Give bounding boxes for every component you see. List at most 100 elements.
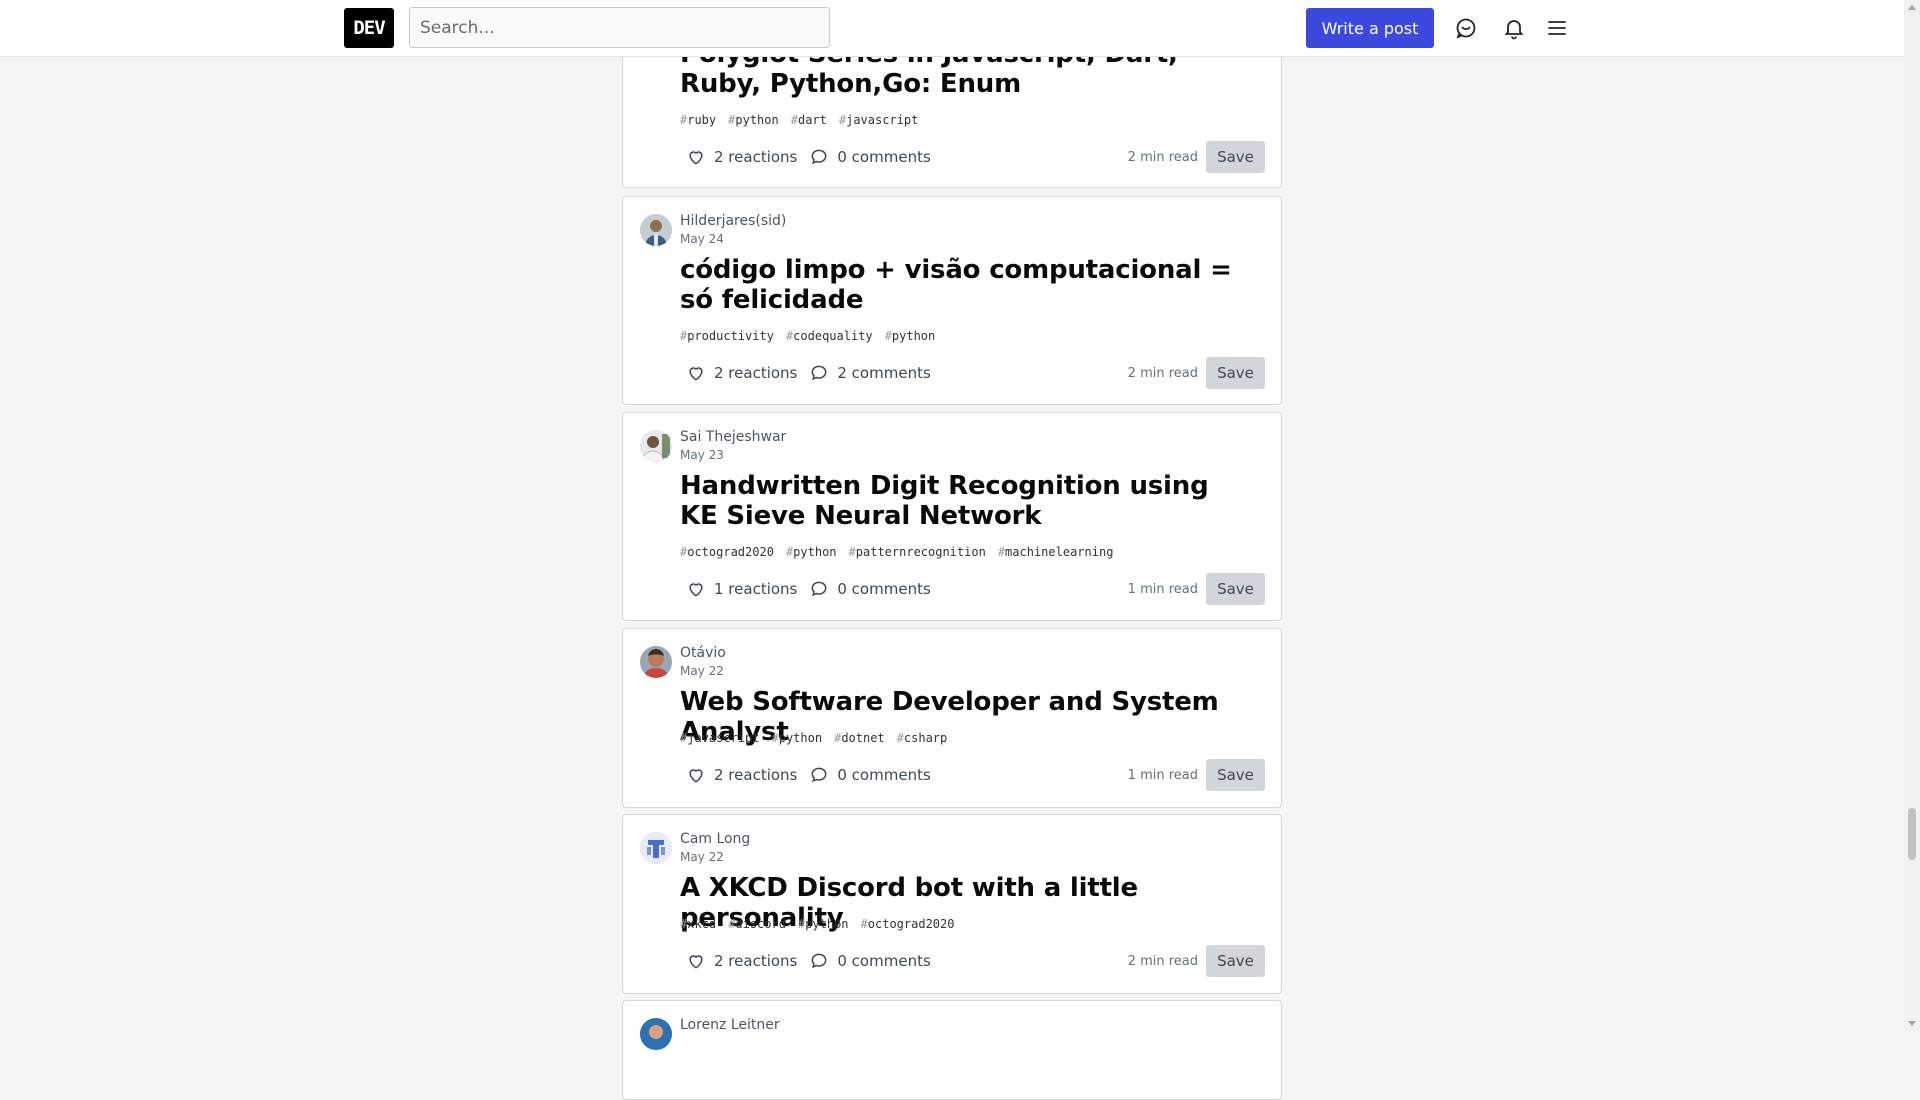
article-title[interactable]: código limpo + visão computacional = só … — [680, 255, 1240, 315]
scroll-down-icon[interactable] — [1908, 1021, 1916, 1026]
reactions-link[interactable]: 2 reactions — [680, 141, 803, 173]
chat-icon[interactable] — [1452, 14, 1480, 42]
comments-count: 0 comments — [837, 766, 931, 784]
comments-link[interactable]: 2 comments — [803, 357, 936, 389]
comments-count: 0 comments — [837, 148, 931, 166]
read-time: 2 min read — [1127, 953, 1198, 969]
article-title[interactable]: Handwritten Digit Recognition using KE S… — [680, 471, 1240, 531]
reactions-count: 2 reactions — [714, 766, 798, 784]
article-card[interactable]: Otávio May 22 Web Software Developer and… — [622, 628, 1282, 808]
article-card[interactable]: Hilderjares(sid) May 24 código limpo + v… — [622, 196, 1282, 405]
comments-count: 0 comments — [837, 580, 931, 598]
article-card[interactable]: Sai Thejeshwar May 23 Handwritten Digit … — [622, 412, 1282, 621]
tag-link[interactable]: #javascript — [839, 113, 918, 127]
comments-link[interactable]: 0 comments — [803, 141, 936, 173]
post-date: May 22 — [680, 664, 724, 678]
read-time: 2 min read — [1127, 149, 1198, 165]
heart-icon — [689, 151, 703, 165]
comment-icon — [811, 365, 827, 381]
avatar[interactable] — [640, 430, 672, 462]
menu-icon[interactable] — [1543, 14, 1571, 42]
heart-icon — [689, 583, 703, 597]
avatar[interactable] — [640, 214, 672, 246]
tag-link[interactable]: #python — [885, 329, 936, 343]
comments-count: 0 comments — [837, 952, 931, 970]
heart-icon — [689, 769, 703, 783]
tag-list: #ruby #python #dart #javascript — [680, 113, 918, 127]
author-name[interactable]: Sai Thejeshwar — [680, 429, 786, 445]
article-card[interactable]: Lorenz Leitner — [622, 1000, 1282, 1100]
reactions-count: 1 reactions — [714, 580, 798, 598]
write-post-button[interactable]: Write a post — [1306, 8, 1434, 48]
tag-link[interactable]: #xkcd — [680, 917, 716, 931]
article-actions: 2 reactions 0 comments 2 min read Save — [680, 945, 1265, 977]
reactions-count: 2 reactions — [714, 148, 798, 166]
reactions-link[interactable]: 2 reactions — [680, 357, 803, 389]
page-scrollbar[interactable] — [1904, 0, 1920, 1031]
tag-link[interactable]: #python — [728, 113, 779, 127]
save-button[interactable]: Save — [1206, 573, 1265, 605]
comments-count: 2 comments — [837, 364, 931, 382]
avatar[interactable] — [640, 1018, 672, 1050]
tag-link[interactable]: #python — [786, 545, 837, 559]
comment-icon — [811, 767, 827, 783]
read-time: 2 min read — [1127, 365, 1198, 381]
reactions-link[interactable]: 2 reactions — [680, 759, 803, 791]
reactions-count: 2 reactions — [714, 952, 798, 970]
save-button[interactable]: Save — [1206, 945, 1265, 977]
tag-link[interactable]: #csharp — [897, 731, 948, 745]
search-input[interactable] — [409, 7, 830, 48]
tag-link[interactable]: #python — [771, 731, 822, 745]
tag-link[interactable]: #python — [798, 917, 849, 931]
comment-icon — [811, 149, 827, 165]
reactions-count: 2 reactions — [714, 364, 798, 382]
tag-link[interactable]: #productivity — [680, 329, 774, 343]
save-button[interactable]: Save — [1206, 357, 1265, 389]
avatar[interactable] — [640, 646, 672, 678]
tag-link[interactable]: #dotnet — [834, 731, 885, 745]
reactions-link[interactable]: 1 reactions — [680, 573, 803, 605]
read-time: 1 min read — [1127, 767, 1198, 783]
tag-link[interactable]: #octograd2020 — [680, 545, 774, 559]
article-actions: 1 reactions 0 comments 1 min read Save — [680, 573, 1265, 605]
comment-icon — [811, 953, 827, 969]
author-name[interactable]: Cam Long — [680, 831, 750, 847]
tag-link[interactable]: #ruby — [680, 113, 716, 127]
tag-list: #javascript #python #dotnet #csharp — [680, 731, 947, 745]
post-date: May 24 — [680, 232, 724, 246]
tag-link[interactable]: #patternrecognition — [849, 545, 986, 559]
tag-link[interactable]: #codequality — [786, 329, 873, 343]
tag-list: #xkcd #discord #python #octograd2020 — [680, 917, 954, 931]
tag-link[interactable]: #javascript — [680, 731, 759, 745]
comments-link[interactable]: 0 comments — [803, 945, 936, 977]
tag-list: #octograd2020 #python #patternrecognitio… — [680, 545, 1113, 559]
tag-list: #productivity #codequality #python — [680, 329, 935, 343]
post-date: May 23 — [680, 448, 724, 462]
post-date: May 22 — [680, 850, 724, 864]
tag-link[interactable]: #discord — [728, 917, 786, 931]
tag-link[interactable]: #octograd2020 — [861, 917, 955, 931]
heart-icon — [689, 955, 703, 969]
article-card[interactable]: Cam Long May 22 A XKCD Discord bot with … — [622, 814, 1282, 994]
heart-icon — [689, 367, 703, 381]
author-name[interactable]: Otávio — [680, 645, 726, 661]
dev-logo[interactable]: DEV — [344, 8, 394, 48]
article-actions: 2 reactions 0 comments 2 min read Save — [680, 141, 1265, 173]
top-navbar: DEV Write a post — [0, 0, 1904, 57]
comments-link[interactable]: 0 comments — [803, 759, 936, 791]
save-button[interactable]: Save — [1206, 141, 1265, 173]
tag-link[interactable]: #machinelearning — [998, 545, 1114, 559]
author-name[interactable]: Hilderjares(sid) — [680, 213, 786, 229]
read-time: 1 min read — [1127, 581, 1198, 597]
bell-icon[interactable] — [1500, 14, 1528, 42]
scroll-up-icon[interactable] — [1908, 5, 1916, 10]
reactions-link[interactable]: 2 reactions — [680, 945, 803, 977]
avatar[interactable] — [640, 832, 672, 864]
comment-icon — [811, 581, 827, 597]
article-actions: 2 reactions 2 comments 2 min read Save — [680, 357, 1265, 389]
comments-link[interactable]: 0 comments — [803, 573, 936, 605]
tag-link[interactable]: #dart — [791, 113, 827, 127]
article-actions: 2 reactions 0 comments 1 min read Save — [680, 759, 1265, 791]
save-button[interactable]: Save — [1206, 759, 1265, 791]
scrollbar-thumb[interactable] — [1908, 808, 1916, 860]
